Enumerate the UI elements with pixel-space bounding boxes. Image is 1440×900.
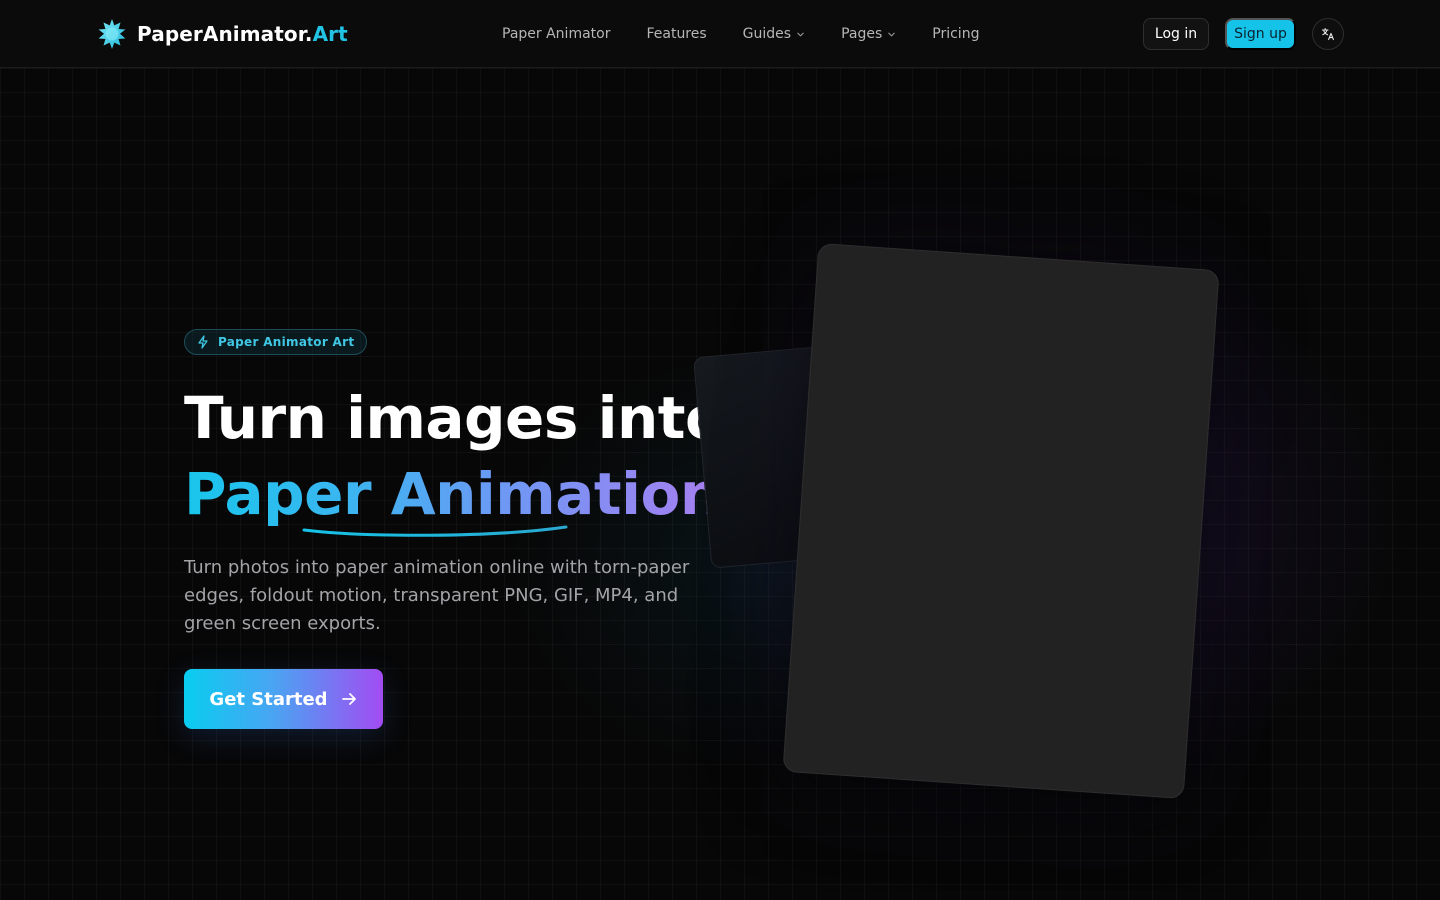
nav-features[interactable]: Features xyxy=(646,26,706,42)
hero-badge: Paper Animator Art xyxy=(184,329,368,355)
site-header: PaperAnimator.Art Paper Animator Feature… xyxy=(0,0,1440,68)
get-started-button[interactable]: Get Started xyxy=(184,669,383,729)
page: PaperAnimator.Art Paper Animator Feature… xyxy=(0,0,1440,900)
hero-title: Turn images into xyxy=(184,384,725,452)
translate-icon xyxy=(1321,27,1334,41)
hero-description: Turn photos into paper animation online … xyxy=(184,557,690,634)
nav-pricing[interactable]: Pricing xyxy=(932,26,979,42)
nav-pages[interactable]: Pages xyxy=(841,26,896,42)
nav-label: Paper Animator xyxy=(502,26,611,42)
nav-label: Guides xyxy=(742,26,792,42)
preview-card-front xyxy=(782,242,1220,800)
chevron-down-icon xyxy=(888,32,896,36)
cta-label: Get Started xyxy=(209,688,328,710)
logo-accent: Art xyxy=(312,22,348,46)
underline-swoosh xyxy=(302,525,568,537)
chevron-down-icon xyxy=(797,32,804,36)
nav-label: Pricing xyxy=(932,26,980,42)
nav-label: Pages xyxy=(841,26,883,42)
arrow-right-icon xyxy=(341,693,356,705)
hero-title-accent: Paper Animation xyxy=(184,456,721,532)
logo-main: PaperAnimator. xyxy=(137,22,313,46)
main-nav: Paper Animator Features Guides Pages Pri… xyxy=(502,22,979,46)
signup-button[interactable]: Sign up xyxy=(1225,18,1296,50)
sunburst-logo-icon xyxy=(98,19,126,49)
login-button[interactable]: Log in xyxy=(1143,18,1209,50)
lightning-icon xyxy=(198,335,208,349)
logo-text: PaperAnimator.Art xyxy=(137,22,348,46)
nav-label: Features xyxy=(646,26,707,42)
language-button[interactable] xyxy=(1312,18,1344,50)
nav-paper-animator[interactable]: Paper Animator xyxy=(502,26,610,42)
badge-label: Paper Animator Art xyxy=(218,335,355,349)
nav-guides[interactable]: Guides xyxy=(743,26,805,42)
logo-link[interactable]: PaperAnimator.Art xyxy=(96,17,348,51)
